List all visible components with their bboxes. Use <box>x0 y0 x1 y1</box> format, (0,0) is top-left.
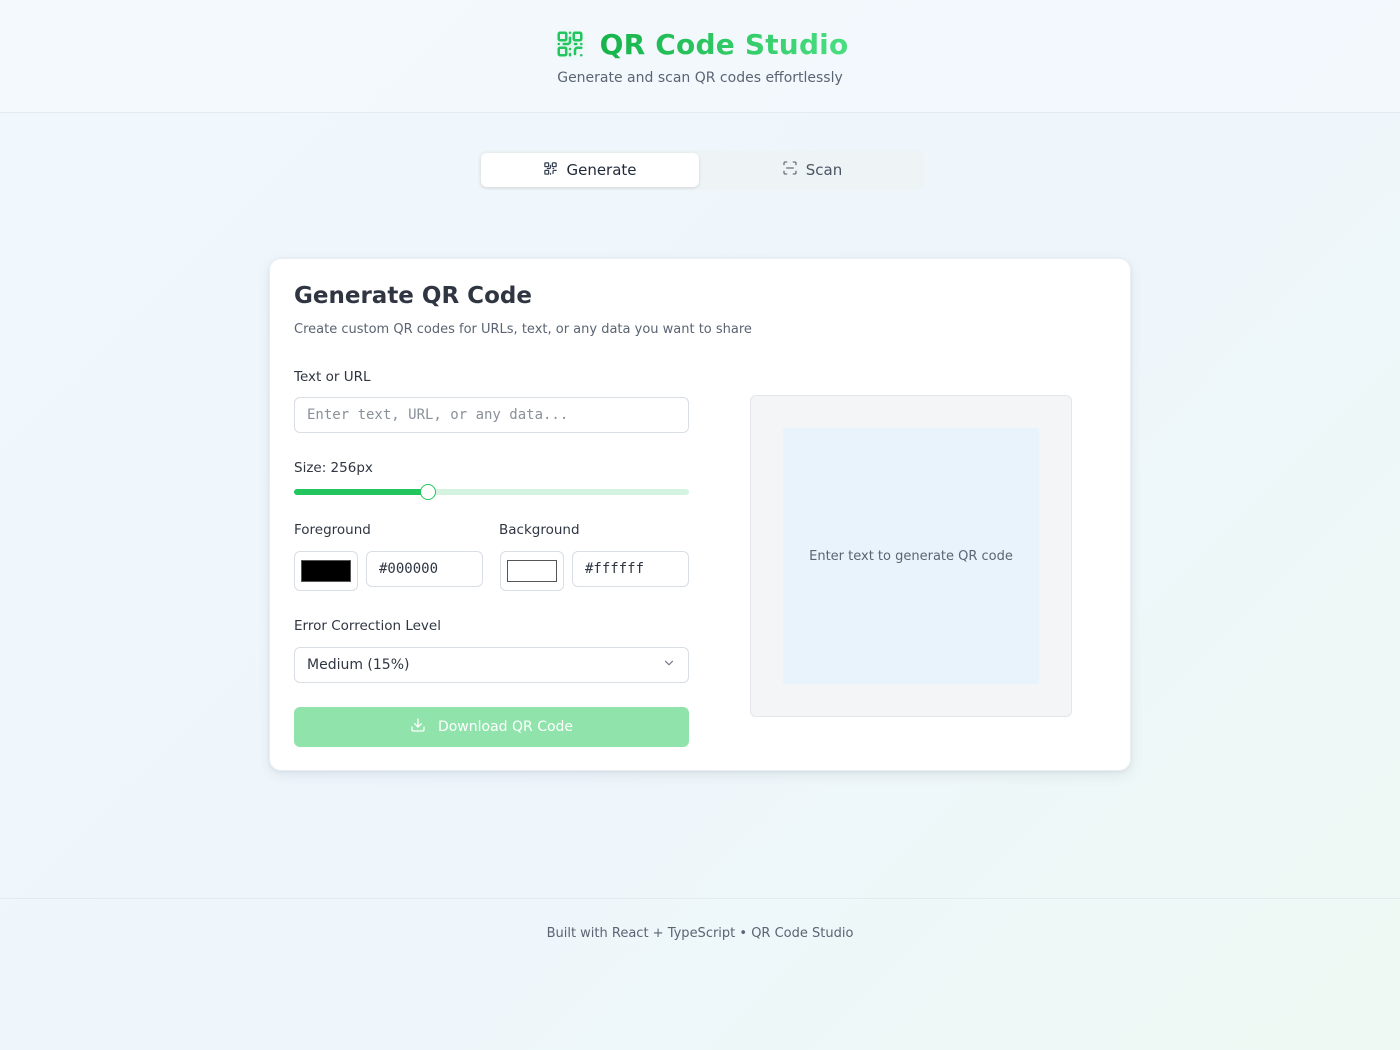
download-button-label: Download QR Code <box>437 719 574 735</box>
error-correction-label: Error Correction Level <box>294 618 441 634</box>
qr-preview-frame: Enter text to generate QR code <box>750 395 1072 717</box>
error-correction-select[interactable]: Medium (15%) <box>294 647 689 683</box>
mode-tabs: Generate Scan <box>478 150 924 190</box>
qr-code-icon <box>551 26 588 62</box>
foreground-hex-input[interactable]: #000000 <box>366 551 483 587</box>
card-description: Create custom QR codes for URLs, text, o… <box>294 322 752 337</box>
chevron-down-icon <box>662 656 676 674</box>
size-slider-fill <box>294 489 429 495</box>
qr-code-icon <box>543 161 558 180</box>
background-swatch <box>507 560 557 582</box>
foreground-swatch <box>301 560 351 582</box>
text-input[interactable] <box>294 397 689 433</box>
background-hex-input[interactable]: #ffffff <box>572 551 689 587</box>
brand: QR Code Studio <box>0 24 1400 64</box>
qr-preview: Enter text to generate QR code <box>783 428 1039 684</box>
size-slider-thumb[interactable] <box>420 484 437 500</box>
background-label: Background <box>499 522 580 538</box>
qr-preview-placeholder: Enter text to generate QR code <box>809 548 1013 564</box>
app-footer: Built with React + TypeScript • QR Code … <box>0 898 1400 1050</box>
tab-scan-label: Scan <box>805 161 843 179</box>
tab-generate-label: Generate <box>566 161 637 179</box>
download-button[interactable]: Download QR Code <box>294 707 689 747</box>
tab-generate[interactable]: Generate <box>481 153 699 187</box>
scan-icon <box>782 160 798 180</box>
foreground-color-picker[interactable] <box>294 551 358 591</box>
error-correction-value: Medium (15%) <box>307 657 410 673</box>
size-label: Size: 256px <box>294 460 373 476</box>
size-slider[interactable] <box>294 484 689 500</box>
download-icon <box>410 717 426 737</box>
app-header: QR Code Studio Generate and scan QR code… <box>0 0 1400 113</box>
tab-scan[interactable]: Scan <box>703 153 921 187</box>
app-title: QR Code Studio <box>599 27 849 61</box>
background-color-picker[interactable] <box>500 551 564 591</box>
text-input-label: Text or URL <box>294 369 371 385</box>
card-title: Generate QR Code <box>294 283 532 309</box>
footer-text: Built with React + TypeScript • QR Code … <box>546 926 854 941</box>
app-subtitle: Generate and scan QR codes effortlessly <box>557 70 843 86</box>
generator-card: Generate QR Code Create custom QR codes … <box>269 258 1131 771</box>
foreground-label: Foreground <box>294 522 371 538</box>
